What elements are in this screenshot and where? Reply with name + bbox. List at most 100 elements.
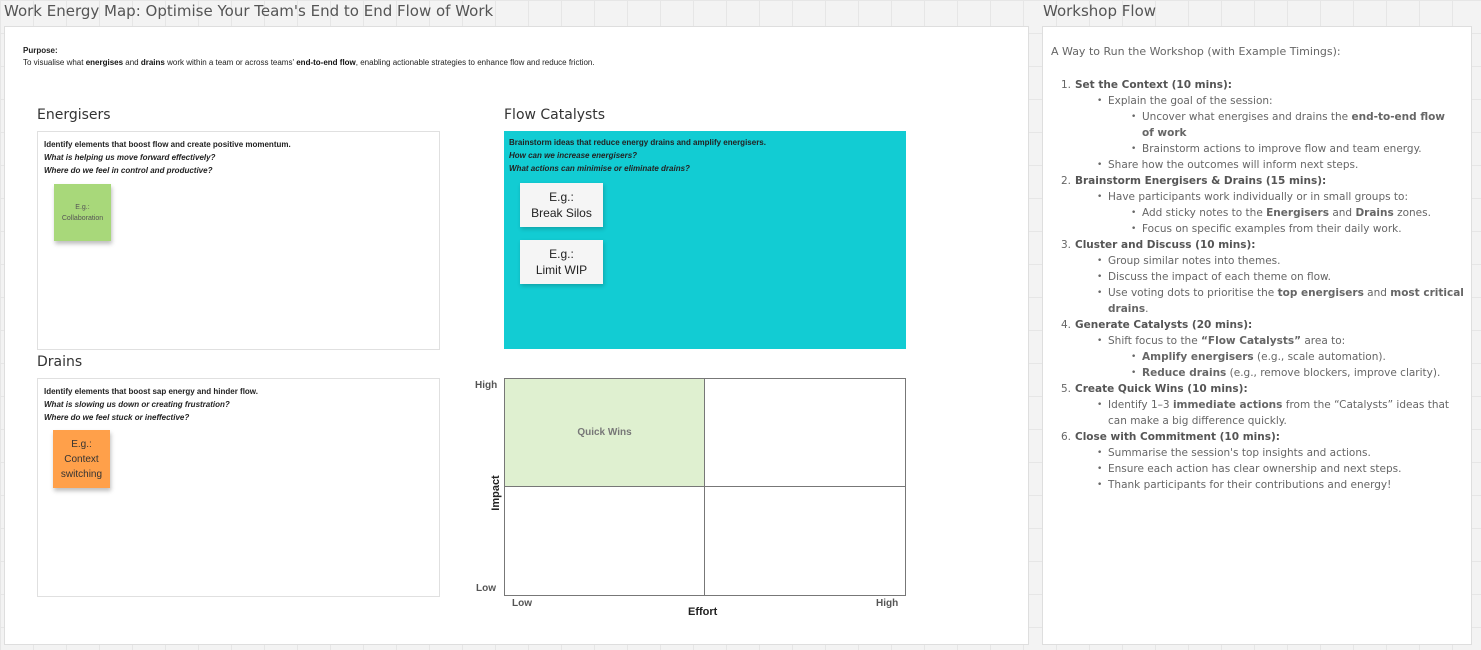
main-frame-title[interactable]: Work Energy Map: Optimise Your Team's En… [4, 2, 493, 20]
text-span: Thank participants for their contributio… [1108, 479, 1392, 491]
card-break-silos[interactable]: E.g.: Break Silos [520, 183, 603, 227]
bullet-icon: • [1131, 208, 1137, 218]
step-title: Generate Catalysts (20 mins): [1075, 319, 1253, 331]
step-title: Close with Commitment (10 mins): [1075, 431, 1280, 443]
text-span: work within a team or across teams' [164, 58, 297, 67]
energisers-question-2: Where do we feel in control and producti… [44, 166, 213, 175]
workshop-step: 4. Generate Catalysts (20 mins): [1043, 317, 1471, 333]
workshop-steps-list[interactable]: 1. Set the Context (10 mins): • Explain the… [1043, 77, 1471, 493]
energisers-question-1: What is helping us move forward effectiv… [44, 153, 216, 162]
bold-text: top energisers [1277, 287, 1364, 299]
bold-text: immediate actions [1172, 399, 1283, 411]
flow-catalysts-zone[interactable]: Brainstorm ideas that reduce energy drai… [504, 131, 906, 349]
bullet-icon: • [1097, 464, 1103, 474]
step-bullet-item: • Brainstorm actions to improve flow and … [1043, 141, 1471, 157]
step-bullet-item: • Discuss the impact of each theme on flo… [1043, 269, 1471, 285]
step-bullet-item: • Use voting dots to prioritise the top e… [1043, 285, 1471, 317]
bullet-icon: • [1097, 272, 1103, 282]
bullet-icon: • [1097, 192, 1103, 202]
purpose-text: To visualise what energises and drains w… [23, 57, 595, 69]
purpose-label: Purpose: [23, 46, 58, 55]
quadrant-high-effort-low-impact[interactable] [704, 486, 906, 596]
workshop-step: 5. Create Quick Wins (10 mins): [1043, 381, 1471, 397]
bullet-icon: • [1131, 224, 1137, 234]
x-axis-label: Effort [688, 606, 718, 618]
drains-question-1: What is slowing us down or creating frus… [44, 400, 230, 409]
bold-text: energises [85, 58, 124, 67]
step-bullet-item: • Have participants work individually or … [1043, 189, 1471, 205]
y-axis-label: Impact [490, 475, 502, 511]
step-bullet-item: • Group similar notes into themes. [1043, 253, 1471, 269]
bold-text: Reduce drains [1142, 367, 1227, 379]
y-axis-low-label: Low [476, 583, 496, 594]
bullet-icon: • [1097, 288, 1103, 298]
bold-text: Drains [1355, 207, 1394, 219]
quick-wins-quadrant[interactable]: Quick Wins [504, 378, 705, 487]
bullet-icon: • [1131, 368, 1137, 378]
workshop-step: 2. Brainstorm Energisers & Drains (15 min… [1043, 173, 1471, 189]
sticky-note-context-switching[interactable]: E.g.: Context switching [53, 430, 110, 488]
step-bullet-item: • Thank participants for their contributi… [1043, 477, 1471, 493]
text-span: and [123, 58, 141, 67]
bullet-icon: • [1097, 480, 1103, 490]
text-span: and [1363, 287, 1391, 299]
step-bullet-item: • Reduce drains (e.g., remove blockers, i… [1043, 365, 1471, 381]
text-span: Group similar notes into themes. [1108, 255, 1281, 267]
drains-title[interactable]: Drains [37, 354, 82, 370]
bullet-icon: • [1131, 144, 1137, 154]
text-span: To visualise what [23, 58, 86, 67]
purpose-block[interactable]: Purpose: To visualise what energises and… [23, 45, 595, 69]
bullet-icon: • [1097, 160, 1103, 170]
step-number: 5. [1061, 383, 1072, 395]
work-energy-map-frame[interactable]: Purpose: To visualise what energises and… [4, 26, 1029, 645]
text-span: Discuss the impact of each theme on flow… [1108, 271, 1332, 283]
text-span: Explain the goal of the session: [1108, 95, 1273, 107]
flow-catalysts-title[interactable]: Flow Catalysts [504, 107, 605, 123]
workshop-flow-heading: A Way to Run the Workshop (with Example … [1051, 45, 1341, 58]
quadrant-high-effort-high-impact[interactable] [704, 378, 906, 487]
catalysts-heading: Brainstorm ideas that reduce energy drai… [509, 138, 766, 147]
bullet-icon: • [1131, 112, 1137, 122]
bullet-icon: • [1097, 336, 1103, 346]
workshop-flow-frame[interactable]: A Way to Run the Workshop (with Example … [1042, 26, 1472, 645]
energisers-zone[interactable]: Identify elements that boost flow and cr… [37, 131, 440, 350]
step-bullet-item: • Ensure each action has clear ownership … [1043, 461, 1471, 477]
card-limit-wip[interactable]: E.g.: Limit WIP [520, 240, 603, 284]
x-axis-high-label: High [876, 598, 899, 609]
text-span: Summarise the session's top insights and… [1108, 447, 1371, 459]
step-title: Create Quick Wins (10 mins): [1075, 383, 1248, 395]
bold-text: Amplify energisers [1142, 351, 1254, 363]
workshop-step: 3. Cluster and Discuss (10 mins): [1043, 237, 1471, 253]
bullet-icon: • [1097, 256, 1103, 266]
quadrant-low-effort-low-impact[interactable] [504, 486, 705, 596]
bold-text: “Flow Catalysts” [1201, 335, 1302, 347]
text-span: Add sticky notes to the [1142, 207, 1267, 219]
x-axis-low-label: Low [512, 598, 532, 609]
text-span: Share how the outcomes will inform next … [1108, 159, 1359, 171]
step-title: Brainstorm Energisers & Drains (15 mins)… [1075, 175, 1327, 187]
step-bullet-item: • Shift focus to the “Flow Catalysts” are… [1043, 333, 1471, 349]
text-span: (e.g., remove blockers, improve clarity)… [1226, 367, 1441, 379]
drains-zone[interactable]: Identify elements that boost sap energy … [37, 378, 440, 597]
text-span: Have participants work individually or i… [1108, 191, 1409, 203]
drains-heading: Identify elements that boost sap energy … [44, 387, 258, 396]
bullet-icon: • [1097, 448, 1103, 458]
sticky-note-collaboration[interactable]: E.g.: Collaboration [54, 184, 111, 241]
text-span: Focus on specific examples from their da… [1142, 223, 1402, 235]
energisers-title[interactable]: Energisers [37, 107, 111, 123]
y-axis-high-label: High [475, 380, 498, 391]
workshop-step: 1. Set the Context (10 mins): [1043, 77, 1471, 93]
flow-frame-title[interactable]: Workshop Flow [1043, 2, 1156, 20]
text-span: zones. [1393, 207, 1431, 219]
drains-question-2: Where do we feel stuck or ineffective? [44, 413, 190, 422]
bold-text: end-to-end flow [296, 58, 356, 67]
text-span: , enabling actionable strategies to enha… [355, 58, 595, 67]
catalysts-question-2: What actions can minimise or eliminate d… [509, 164, 690, 173]
text-span: Use voting dots to prioritise the [1108, 287, 1278, 299]
step-title: Cluster and Discuss (10 mins): [1075, 239, 1256, 251]
text-span: . [1145, 303, 1149, 315]
text-span: Identify 1–3 [1108, 399, 1173, 411]
step-bullet-item: • Share how the outcomes will inform next… [1043, 157, 1471, 173]
bullet-icon: • [1097, 400, 1103, 410]
text-span: (e.g., scale automation). [1253, 351, 1386, 363]
